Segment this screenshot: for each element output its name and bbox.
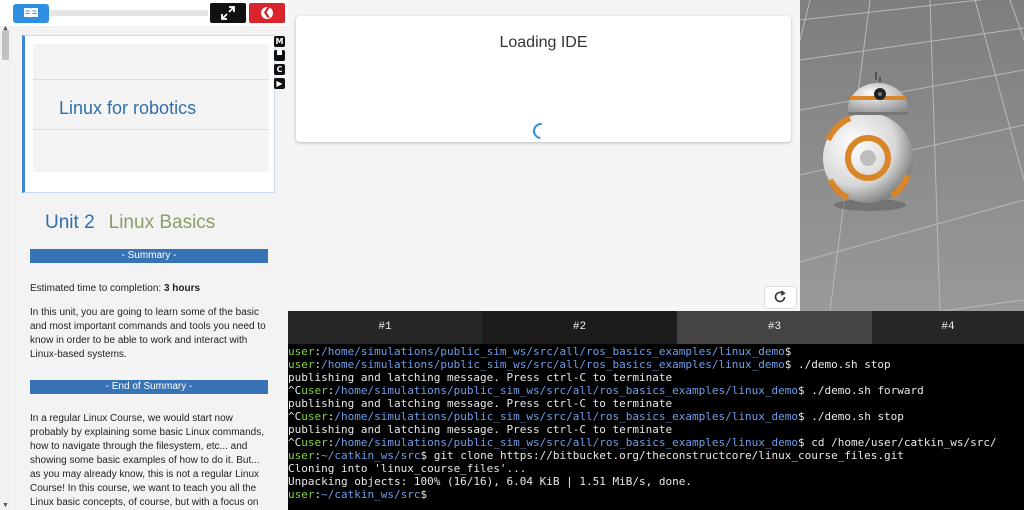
- terminal-pre: publishing and latching message. Press c…: [288, 371, 673, 384]
- estimated-label: Estimated time to completion:: [30, 283, 164, 294]
- body-line: Course! In this course, we want to teach…: [30, 483, 257, 494]
- notebook-toolbar: ❮: [0, 0, 288, 26]
- ide-loading-card: Loading IDE: [296, 16, 791, 143]
- ide-loading-title: Loading IDE: [499, 34, 588, 51]
- gazebo-scene: [800, 0, 1024, 311]
- scrollbar-thumb[interactable]: [2, 30, 9, 60]
- terminal-pre: Unpacking objects: 100% (16/16), 6.04 Ki…: [288, 475, 692, 488]
- terminal-pre: publishing and latching message. Press c…: [288, 397, 673, 410]
- notebook-side-toolbar: M C ▶: [274, 36, 286, 92]
- terminal-path: /home/simulations/public_sim_ws/src/all/…: [321, 345, 785, 358]
- terminal-pre: ^C: [288, 436, 302, 449]
- notebook-book-button[interactable]: [13, 4, 49, 23]
- notebook-scrollbar[interactable]: ▲ ▼: [0, 25, 11, 510]
- terminal-rest: $ ./demo.sh stop: [797, 410, 904, 423]
- terminal-line: ^Cuser:/home/simulations/public_sim_ws/s…: [288, 436, 997, 449]
- terminal-user: user: [288, 449, 315, 462]
- terminal-line: Cloning into 'linux_course_files'...: [288, 462, 526, 475]
- body-line: how to navigate through the filesystem, …: [30, 441, 248, 452]
- terminal-pre: Cloning into 'linux_course_files'...: [288, 462, 527, 475]
- terminal-user: user: [301, 436, 328, 449]
- terminal-path: /home/simulations/public_sim_ws/src/all/…: [334, 384, 798, 397]
- unit-title: Linux Basics: [108, 212, 216, 233]
- loading-spinner-icon: [529, 119, 553, 143]
- terminal-pre: ^C: [288, 384, 302, 397]
- estimated-time: Estimated time to completion: 3 hours: [30, 282, 270, 296]
- terminal-line: ^Cuser:/home/simulations/public_sim_ws/s…: [288, 410, 904, 423]
- terminal-user: user: [288, 488, 315, 501]
- expand-icon: [221, 6, 235, 20]
- terminal-rest: $ cd /home/user/catkin_ws/src/: [797, 436, 997, 449]
- chevron-left-icon: ❮: [261, 7, 273, 19]
- terminal-path: /home/simulations/public_sim_ws/src/all/…: [334, 436, 798, 449]
- terminal-rest: $: [784, 345, 792, 358]
- body-line: probably by explaining some basic Linux …: [30, 427, 265, 438]
- fast-forward-icon[interactable]: ▶: [274, 78, 285, 89]
- terminal-tab[interactable]: #1: [288, 311, 482, 344]
- ide-panel: Loading IDE: [288, 0, 800, 311]
- collapse-panel-button[interactable]: ❮: [249, 3, 285, 23]
- terminal-tab[interactable]: #2: [482, 311, 677, 344]
- terminal-tab[interactable]: #4: [872, 311, 1024, 344]
- cover-divider: [33, 129, 269, 130]
- unit-heading: Unit 2 Linux Basics: [45, 212, 215, 234]
- terminal-path: ~/catkin_ws/src: [321, 488, 421, 501]
- refresh-button[interactable]: [764, 286, 797, 309]
- fullscreen-button[interactable]: [210, 3, 246, 23]
- body-line: Linux basic concepts, of course, but wit…: [30, 497, 259, 508]
- terminal-user: user: [288, 358, 315, 371]
- terminal-line: user:~/catkin_ws/src$ git clone https://…: [288, 449, 904, 462]
- body-line: In a regular Linux Course, we would star…: [30, 413, 233, 424]
- end-summary-band: - End of Summary -: [30, 380, 268, 394]
- estimated-value: 3 hours: [163, 283, 201, 294]
- scroll-down-icon[interactable]: ▼: [2, 502, 9, 509]
- cover-divider: [33, 79, 269, 80]
- notebook-panel: ❮ ▲ ▼ Linux for robotics M C ▶ Unit 2 Lin…: [0, 0, 288, 510]
- summary-band: - Summary -: [30, 249, 268, 263]
- book-icon: [24, 8, 38, 18]
- terminal-tab-active[interactable]: #3: [677, 311, 872, 344]
- terminal-path: /home/simulations/public_sim_ws/src/all/…: [321, 358, 785, 371]
- terminal-rest: $ ./demo.sh forward: [797, 384, 924, 397]
- terminal-pre: publishing and latching message. Press c…: [288, 423, 673, 436]
- terminal-line: user:/home/simulations/public_sim_ws/src…: [288, 358, 891, 371]
- unit-label: Unit 2: [45, 212, 95, 233]
- terminal-user: user: [301, 384, 328, 397]
- terminal-line: Unpacking objects: 100% (16/16), 6.04 Ki…: [288, 475, 692, 488]
- intro-paragraph: In this unit, you are going to learn som…: [30, 307, 266, 360]
- code-mode-icon[interactable]: C: [274, 64, 285, 75]
- terminal-pre: ^C: [288, 410, 302, 423]
- terminal-rest: $ ./demo.sh stop: [784, 358, 891, 371]
- terminal-rest: $: [420, 488, 428, 501]
- simulation-view[interactable]: [800, 0, 1024, 311]
- terminal-line: publishing and latching message. Press c…: [288, 397, 672, 410]
- course-title: Linux for robotics: [59, 98, 197, 118]
- stop-icon[interactable]: [274, 50, 285, 61]
- terminal-output[interactable]: user:/home/simulations/public_sim_ws/src…: [288, 344, 1024, 510]
- terminal-line: user:~/catkin_ws/src$: [288, 488, 435, 501]
- terminal-line: ^Cuser:/home/simulations/public_sim_ws/s…: [288, 384, 924, 397]
- terminal-line: publishing and latching message. Press c…: [288, 371, 672, 384]
- terminal-path: ~/catkin_ws/src: [321, 449, 421, 462]
- terminal-line: user:/home/simulations/public_sim_ws/src…: [288, 345, 791, 358]
- body-line: showing some basic examples of how to do…: [30, 455, 260, 466]
- terminal-user: user: [301, 410, 328, 423]
- body-paragraph: In a regular Linux Course, we would star…: [30, 412, 270, 510]
- markdown-mode-icon[interactable]: M: [274, 36, 285, 47]
- refresh-icon: [774, 290, 786, 303]
- terminal-rest: $ git clone https://bitbucket.org/thecon…: [420, 449, 904, 462]
- terminal-line: publishing and latching message. Press c…: [288, 423, 672, 436]
- terminal-tabs: #1 #2 #3 #4: [288, 311, 1024, 344]
- body-line: as you may already know, this is not a r…: [30, 469, 260, 480]
- terminal-path: /home/simulations/public_sim_ws/src/all/…: [334, 410, 798, 423]
- terminal-user: user: [288, 345, 315, 358]
- course-cover-card: Linux for robotics: [22, 35, 275, 193]
